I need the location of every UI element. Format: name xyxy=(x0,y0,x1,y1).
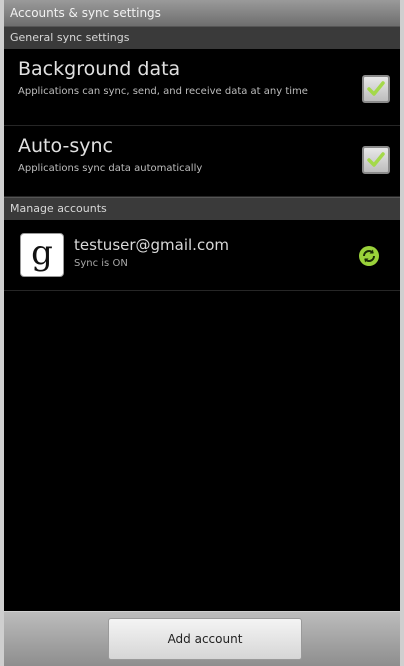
checkmark-icon xyxy=(367,152,385,167)
google-logo-letter: g xyxy=(31,233,53,273)
background-data-summary: Applications can sync, send, and receive… xyxy=(18,86,308,97)
auto-sync-summary: Applications sync data automatically xyxy=(18,163,203,174)
auto-sync-title: Auto-sync xyxy=(18,135,113,157)
bottom-bar: Add account xyxy=(4,611,400,666)
account-sync-status: Sync is ON xyxy=(74,258,128,269)
background-data-title: Background data xyxy=(18,58,181,80)
window-title: Accounts & sync settings xyxy=(4,0,400,26)
general-sync-header: General sync settings xyxy=(4,26,400,49)
background-data-row[interactable]: Background data Applications can sync, s… xyxy=(4,49,400,126)
accounts-sync-screen: Accounts & sync settings General sync se… xyxy=(0,0,404,666)
account-row[interactable]: g testuser@gmail.com Sync is ON xyxy=(4,220,400,291)
auto-sync-row[interactable]: Auto-sync Applications sync data automat… xyxy=(4,126,400,197)
google-logo-icon: g xyxy=(20,233,64,277)
sync-on-icon xyxy=(359,246,379,266)
background-data-checkbox[interactable] xyxy=(362,75,390,103)
manage-accounts-header: Manage accounts xyxy=(4,197,400,220)
auto-sync-checkbox[interactable] xyxy=(362,146,390,174)
account-email: testuser@gmail.com xyxy=(74,236,229,254)
checkmark-icon xyxy=(367,81,385,96)
add-account-button[interactable]: Add account xyxy=(108,618,302,660)
